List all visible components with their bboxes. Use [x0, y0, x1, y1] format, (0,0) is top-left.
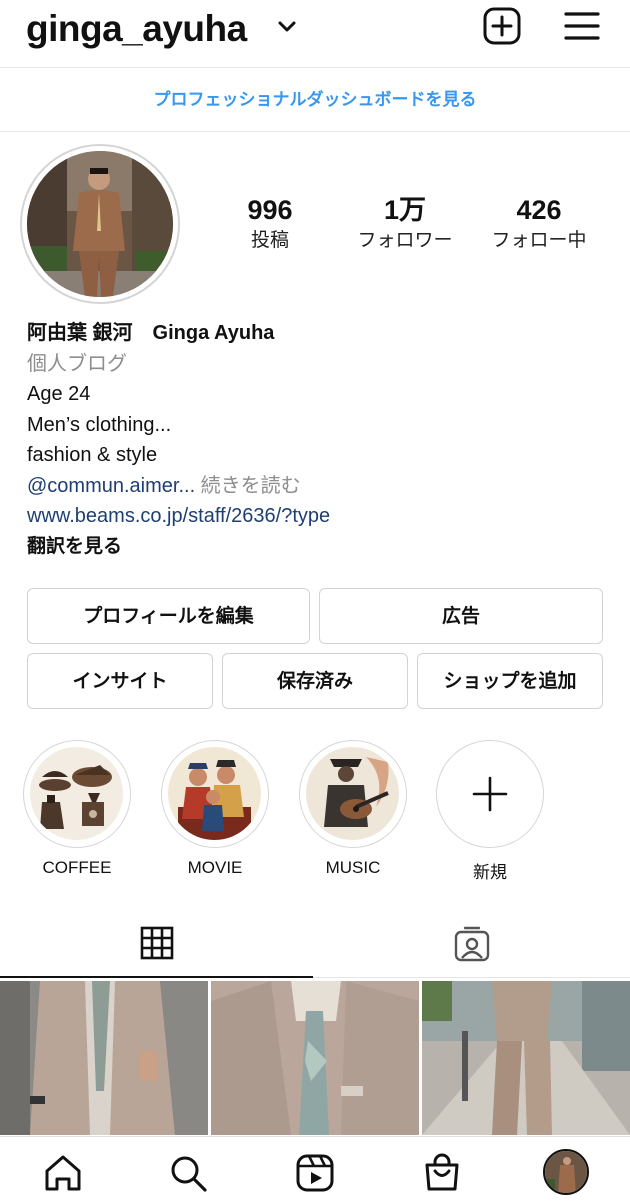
new-highlight[interactable]: 新規 [436, 740, 544, 883]
following-label: フォロー中 [491, 229, 587, 251]
top-header: ginga_ayuha [0, 0, 630, 68]
bio-line: Men’s clothing... [27, 413, 172, 436]
bio-line: Age 24 [27, 383, 91, 405]
highlight-music[interactable]: MUSIC [299, 740, 407, 878]
highlight-label: 新規 [473, 863, 507, 882]
profile-category: 個人ブログ [27, 352, 127, 375]
profile-bio: 阿由葉 銀河 Ginga Ayuha 個人ブログ Age 24 Men’s cl… [27, 318, 617, 562]
profile-tabs [0, 912, 630, 978]
posts-stat[interactable]: 996 投稿 [200, 193, 340, 253]
add-shop-button[interactable]: ショップを追加 [417, 653, 603, 709]
bio-mention-link[interactable]: @commun.aimer... [27, 475, 195, 497]
insights-button[interactable]: インサイト [27, 653, 213, 709]
posts-count: 996 [247, 195, 293, 225]
home-icon[interactable] [43, 1153, 83, 1193]
posts-label: 投稿 [250, 229, 289, 251]
chevron-down-icon[interactable] [277, 20, 297, 34]
highlight-movie-cover [168, 747, 261, 840]
username[interactable]: ginga_ayuha [26, 8, 247, 50]
saved-button[interactable]: 保存済み [222, 653, 408, 709]
read-more-link[interactable]: 続きを読む [195, 475, 301, 497]
highlight-coffee[interactable]: COFFEE [23, 740, 131, 878]
highlight-music-cover [306, 747, 399, 840]
following-count: 426 [516, 195, 562, 225]
followers-label: フォロワー [357, 229, 453, 251]
professional-dashboard-link[interactable]: プロフェッショナルダッシュボードを見る [0, 68, 630, 132]
post-thumbnail[interactable] [422, 981, 630, 1135]
edit-profile-button[interactable]: プロフィールを編集 [27, 588, 310, 644]
tagged-icon[interactable] [453, 925, 491, 963]
followers-count: 1万 [383, 195, 427, 225]
post-thumbnail[interactable] [0, 981, 208, 1135]
bio-line: fashion & style [27, 444, 158, 466]
menu-icon[interactable] [562, 6, 602, 46]
reels-icon[interactable] [295, 1153, 335, 1193]
bottom-navigation [0, 1136, 630, 1202]
avatar[interactable] [27, 151, 173, 297]
highlight-label: MUSIC [325, 858, 381, 877]
bio-mention-row: @commun.aimer... 続きを読む [27, 471, 617, 502]
ads-button[interactable]: 広告 [319, 588, 603, 644]
highlight-movie[interactable]: MOVIE [161, 740, 269, 878]
search-icon[interactable] [168, 1153, 208, 1193]
website-link[interactable]: www.beams.co.jp/staff/2636/?type [27, 501, 617, 532]
post-thumbnail[interactable] [211, 981, 419, 1135]
followers-stat[interactable]: 1万 フォロワー [335, 193, 475, 253]
highlight-coffee-cover [30, 747, 123, 840]
highlight-label: COFFEE [42, 858, 112, 877]
following-stat[interactable]: 426 フォロー中 [469, 193, 609, 253]
plus-icon [472, 776, 508, 812]
new-post-icon[interactable] [482, 6, 522, 46]
grid-icon[interactable] [140, 926, 174, 960]
shop-icon[interactable] [422, 1153, 462, 1193]
active-tab-indicator [0, 976, 313, 978]
profile-avatar[interactable] [543, 1149, 589, 1195]
highlight-label: MOVIE [187, 858, 243, 877]
profile-name: 阿由葉 銀河 Ginga Ayuha [27, 322, 275, 344]
translate-link[interactable]: 翻訳を見る [27, 532, 617, 563]
